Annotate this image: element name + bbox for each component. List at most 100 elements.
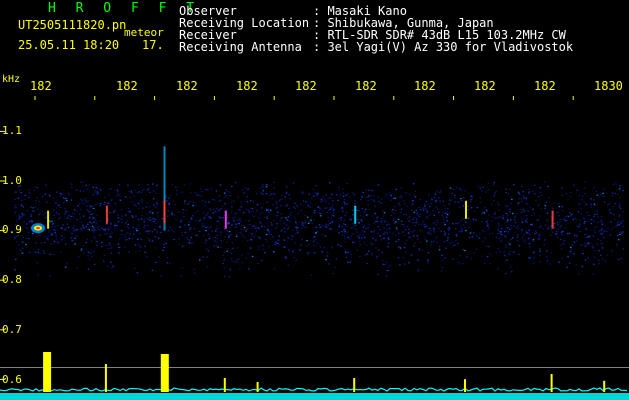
- noise-speck: [82, 181, 84, 183]
- noise-speck: [498, 224, 500, 226]
- noise-speck: [423, 225, 425, 227]
- noise-speck: [85, 225, 87, 228]
- noise-speck: [336, 194, 338, 196]
- noise-speck: [617, 258, 620, 261]
- noise-speck: [436, 241, 438, 243]
- noise-speck: [92, 194, 94, 196]
- noise-speck: [262, 189, 265, 191]
- noise-speck: [337, 244, 340, 246]
- noise-speck: [505, 188, 507, 190]
- noise-speck: [313, 245, 316, 247]
- noise-speck: [575, 264, 577, 266]
- noise-speck: [435, 237, 437, 239]
- noise-speck: [285, 257, 287, 259]
- noise-speck: [426, 240, 428, 242]
- noise-speck: [117, 194, 119, 196]
- noise-speck: [507, 219, 509, 221]
- noise-speck: [214, 210, 217, 212]
- noise-speck: [319, 212, 321, 214]
- noise-speck: [193, 272, 196, 274]
- noise-speck: [24, 198, 26, 200]
- noise-speck: [462, 263, 464, 265]
- noise-speck: [172, 200, 175, 202]
- noise-speck: [28, 238, 30, 240]
- noise-speck: [383, 237, 386, 239]
- noise-speck: [181, 231, 183, 233]
- noise-speck: [86, 238, 89, 240]
- noise-speck: [289, 198, 292, 200]
- noise-speck: [214, 236, 217, 239]
- noise-speck: [238, 218, 241, 220]
- noise-speck: [35, 242, 37, 244]
- noise-speck: [241, 254, 243, 256]
- noise-speck: [362, 216, 364, 218]
- noise-speck: [278, 235, 281, 237]
- noise-speck: [190, 217, 193, 219]
- noise-speck: [255, 226, 257, 228]
- noise-speck: [514, 216, 516, 218]
- noise-speck: [356, 209, 358, 211]
- noise-speck: [412, 194, 415, 196]
- noise-speck: [305, 201, 307, 203]
- noise-speck: [443, 218, 445, 220]
- noise-speck: [270, 234, 273, 236]
- noise-speck: [201, 226, 203, 228]
- noise-speck: [22, 206, 25, 208]
- activity-peak: [223, 378, 226, 392]
- noise-speck: [34, 251, 37, 253]
- noise-speck: [462, 249, 464, 251]
- noise-speck: [321, 233, 323, 236]
- noise-speck: [244, 187, 246, 189]
- noise-speck: [273, 251, 275, 253]
- noise-speck: [354, 242, 356, 244]
- noise-speck: [508, 227, 510, 229]
- noise-speck: [342, 210, 344, 212]
- noise-speck: [457, 243, 459, 245]
- noise-speck: [594, 205, 596, 207]
- meteor-streak: [224, 210, 227, 229]
- noise-speck: [328, 228, 331, 230]
- noise-speck: [93, 250, 95, 252]
- activity-peak: [464, 379, 466, 392]
- noise-speck: [359, 255, 361, 258]
- noise-speck: [518, 245, 521, 247]
- meteor-streaks: [47, 146, 554, 231]
- noise-speck: [208, 215, 211, 218]
- noise-speck: [360, 199, 362, 201]
- noise-speck: [117, 191, 119, 193]
- noise-speck: [352, 233, 354, 235]
- noise-speck: [185, 209, 187, 211]
- noise-speck: [484, 207, 486, 209]
- noise-speck: [233, 200, 235, 202]
- noise-speck: [207, 228, 210, 230]
- noise-speck: [261, 212, 263, 214]
- noise-speck: [284, 256, 287, 258]
- noise-speck: [307, 216, 309, 218]
- noise-speck: [119, 195, 121, 197]
- noise-speck: [61, 193, 63, 195]
- noise-speck: [395, 227, 398, 229]
- noise-speck: [365, 208, 367, 210]
- noise-speck: [165, 200, 168, 202]
- noise-speck: [595, 225, 598, 227]
- noise-speck: [216, 234, 218, 237]
- noise-speck: [114, 202, 116, 204]
- noise-speck: [343, 235, 346, 237]
- noise-speck: [444, 234, 446, 236]
- noise-speck: [139, 200, 141, 202]
- noise-speck: [262, 184, 264, 186]
- noise-speck: [590, 218, 592, 221]
- noise-speck: [244, 237, 246, 239]
- noise-speck: [216, 225, 218, 227]
- noise-speck: [271, 198, 273, 200]
- noise-speck: [14, 204, 16, 206]
- noise-speck: [19, 185, 21, 187]
- noise-speck: [344, 215, 347, 217]
- noise-speck: [257, 227, 259, 229]
- noise-speck: [101, 245, 103, 247]
- noise-speck: [516, 234, 519, 236]
- noise-speck: [487, 225, 490, 227]
- noise-speck: [43, 241, 46, 244]
- noise-speck: [521, 229, 523, 231]
- noise-speck: [80, 221, 83, 223]
